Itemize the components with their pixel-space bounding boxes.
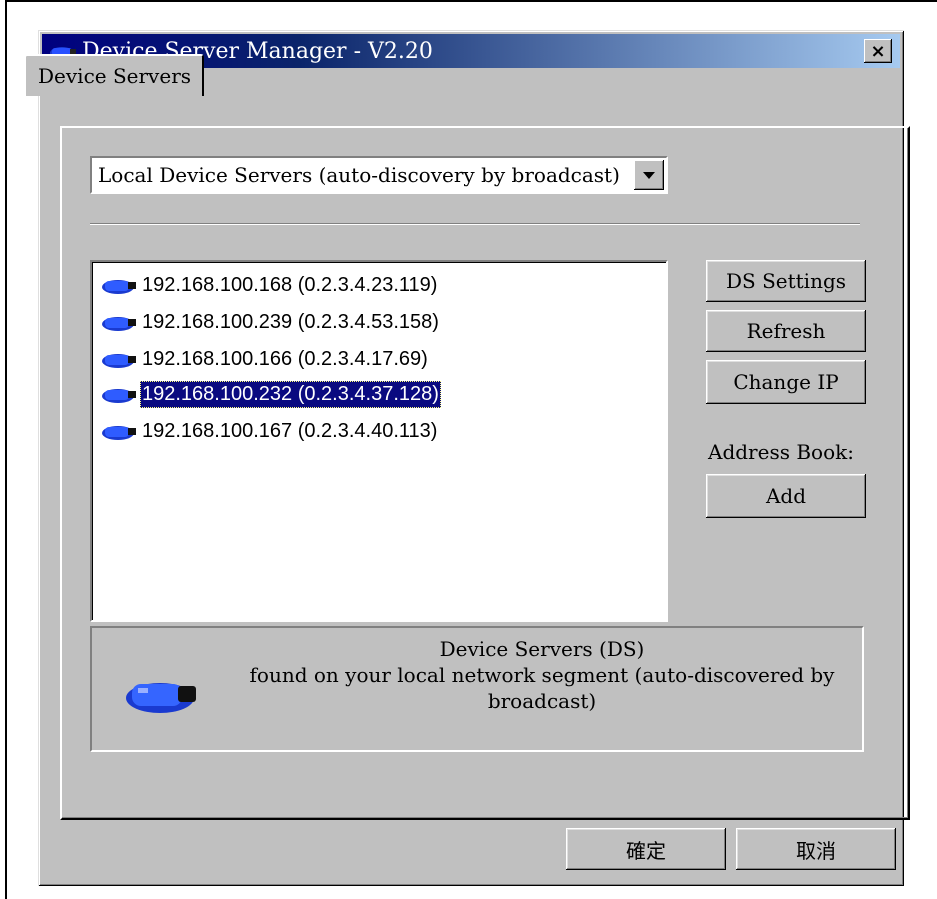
address-book-label: Address Book: — [708, 440, 854, 464]
address-book-add-button[interactable]: Add — [706, 474, 866, 518]
info-text: Device Servers (DS) found on your local … — [242, 636, 842, 714]
dropdown-button[interactable] — [634, 160, 664, 190]
close-icon: × — [870, 40, 886, 62]
device-server-list[interactable]: 192.168.100.168 (0.2.3.4.23.119) 192.168… — [90, 260, 668, 622]
info-line-3: broadcast) — [487, 689, 597, 713]
discovery-mode-value: Local Device Servers (auto-discovery by … — [98, 163, 620, 187]
list-item[interactable]: 192.168.100.167 (0.2.3.4.40.113) — [100, 414, 439, 448]
info-line-1: Device Servers (DS) — [439, 637, 645, 661]
device-server-icon — [126, 683, 196, 713]
separator — [90, 223, 860, 225]
list-item-selected[interactable]: 192.168.100.232 (0.2.3.4.37.128) — [100, 377, 441, 411]
list-item[interactable]: 192.168.100.166 (0.2.3.4.17.69) — [100, 342, 430, 376]
device-server-icon — [102, 354, 136, 368]
list-item-label: 192.168.100.232 (0.2.3.4.37.128) — [140, 380, 441, 408]
chevron-down-icon — [643, 171, 655, 179]
list-item-label: 192.168.100.168 (0.2.3.4.23.119) — [142, 273, 438, 296]
list-item-label: 192.168.100.239 (0.2.3.4.53.158) — [142, 310, 439, 333]
device-server-icon — [102, 426, 136, 440]
list-item[interactable]: 192.168.100.168 (0.2.3.4.23.119) — [100, 268, 439, 302]
ds-settings-button[interactable]: DS Settings — [706, 260, 866, 302]
refresh-button[interactable]: Refresh — [706, 310, 866, 352]
list-item-label: 192.168.100.166 (0.2.3.4.17.69) — [142, 347, 428, 370]
cancel-button[interactable]: 取消 — [736, 828, 896, 870]
page-frame-top — [5, 0, 937, 2]
device-server-icon — [102, 317, 136, 331]
list-item-label: 192.168.100.167 (0.2.3.4.40.113) — [142, 419, 438, 442]
info-panel: Device Servers (DS) found on your local … — [90, 626, 864, 752]
discovery-mode-select[interactable]: Local Device Servers (auto-discovery by … — [90, 156, 668, 194]
device-server-icon — [102, 389, 136, 403]
device-server-icon — [102, 280, 136, 294]
list-item[interactable]: 192.168.100.239 (0.2.3.4.53.158) — [100, 305, 441, 339]
tab-device-servers[interactable]: Device Servers — [24, 54, 204, 96]
change-ip-button[interactable]: Change IP — [706, 360, 866, 404]
page-frame-left — [5, 0, 7, 899]
close-button[interactable]: × — [864, 39, 892, 63]
ok-button[interactable]: 確定 — [566, 828, 726, 870]
info-line-2: found on your local network segment (aut… — [249, 663, 835, 687]
